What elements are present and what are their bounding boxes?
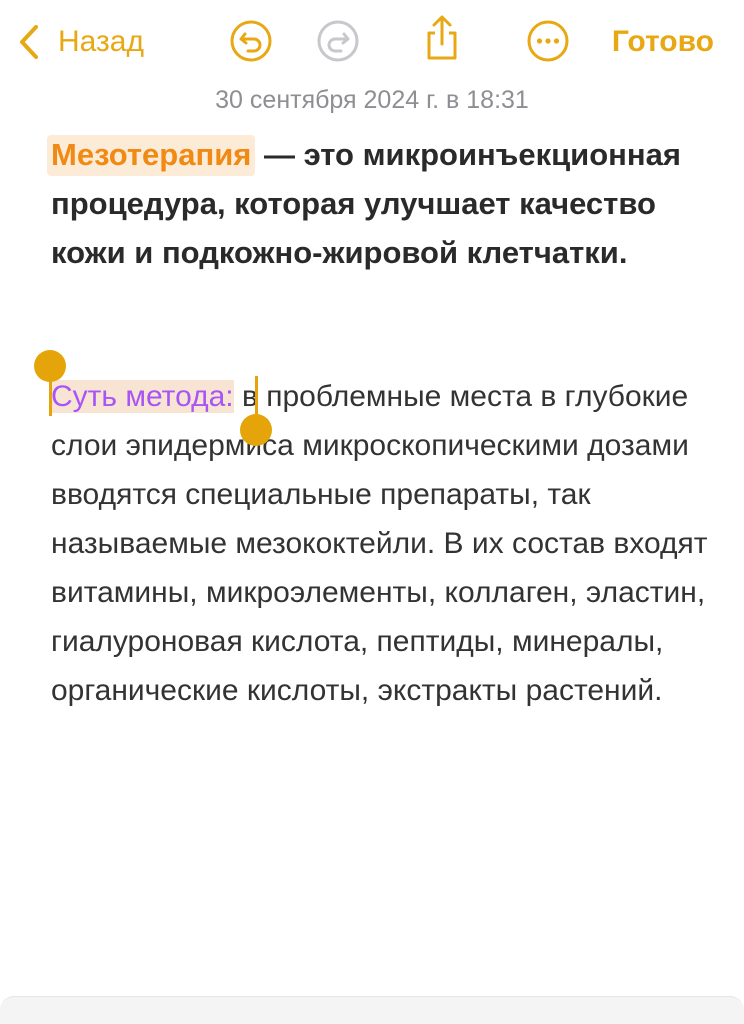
note-body[interactable]: Мезотерапия — это микроинъекционная проц…	[34, 130, 711, 707]
note-timestamp: 30 сентября 2024 г. в 18:31	[215, 86, 529, 114]
redo-button[interactable]	[316, 19, 360, 68]
selection-end-handle[interactable]	[240, 414, 272, 446]
bottom-sheet-edge	[0, 996, 744, 1024]
back-button[interactable]: Назад	[14, 20, 144, 64]
body-rest-text: в проблемные места в глубокие слои эпиде…	[51, 380, 708, 707]
undo-icon	[229, 19, 273, 68]
share-icon	[420, 14, 464, 67]
back-label: Назад	[58, 25, 144, 58]
done-button[interactable]: Готово	[612, 22, 714, 62]
toolbar: Назад Готово	[0, 0, 744, 84]
notes-screen: Назад Готово 30 сентября 2024 г. в 18:31…	[0, 0, 744, 1024]
chevron-left-icon	[14, 20, 44, 64]
undo-button[interactable]	[229, 19, 273, 68]
selected-text[interactable]: Суть метода:	[51, 380, 234, 413]
share-button[interactable]	[420, 15, 464, 62]
note-title-paragraph[interactable]: Мезотерапия — это микроинъекционная проц…	[47, 130, 711, 277]
redo-icon	[316, 19, 360, 68]
note-body-paragraph[interactable]: Суть метода: в проблемные места в глубок…	[51, 372, 711, 715]
selection-start-caret	[49, 370, 52, 416]
highlighted-term: Мезотерапия	[47, 135, 256, 176]
more-icon	[526, 19, 570, 68]
more-button[interactable]	[526, 19, 570, 68]
